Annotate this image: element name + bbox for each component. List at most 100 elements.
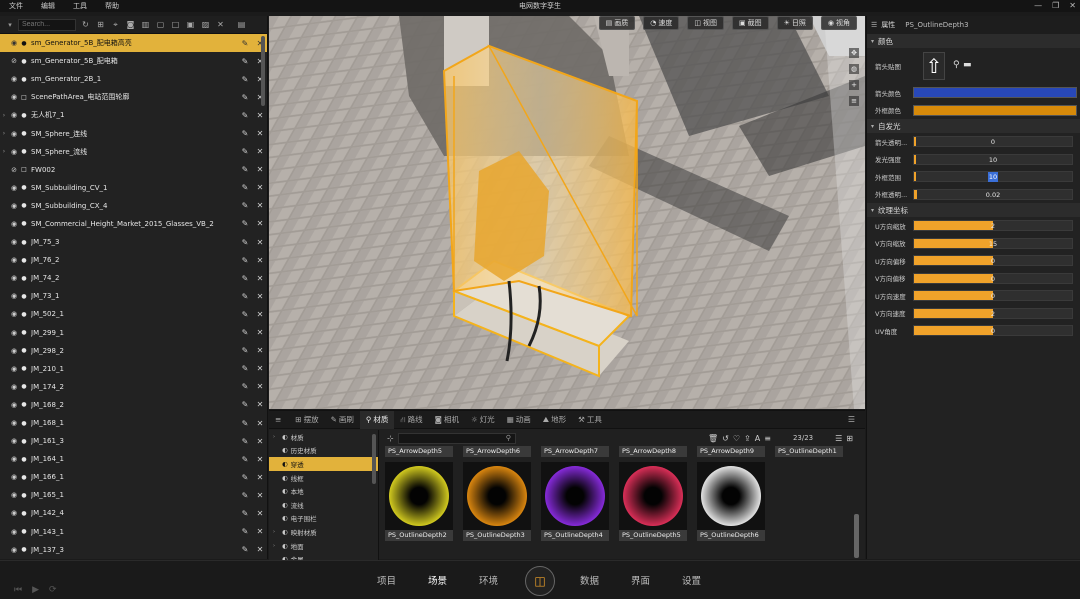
chevron-down-icon[interactable]: ▾	[4, 21, 16, 29]
material-thumbnail[interactable]: PS_ArrowDepth8	[619, 446, 687, 457]
eye-icon[interactable]: ◉	[8, 130, 20, 138]
edit-icon[interactable]: ✎	[237, 382, 253, 391]
slider-input[interactable]: 0	[913, 255, 1073, 267]
section-texture[interactable]: ▾ 纹理坐标	[867, 203, 1080, 217]
image-icon[interactable]: ▨	[200, 19, 211, 30]
refresh-icon[interactable]: ↻	[80, 19, 91, 30]
nav-data[interactable]: 数据	[580, 573, 599, 587]
eye-icon[interactable]: ◉	[8, 111, 20, 119]
slider-value[interactable]: 0.02	[914, 190, 1072, 200]
eye-off-icon[interactable]: ⊘	[8, 166, 20, 174]
edit-icon[interactable]: ✎	[237, 455, 253, 464]
box-icon[interactable]: ▢	[155, 19, 166, 30]
edit-icon[interactable]: ✎	[237, 93, 253, 102]
slider-value[interactable]: 0	[914, 326, 1072, 336]
material-thumbnail[interactable]: PS_ArrowDepth9	[697, 446, 765, 457]
tree-scrollbar[interactable]	[261, 36, 265, 106]
tree-row[interactable]: › ◉ ● SM_Sphere_连线 ✎ ✕	[0, 124, 267, 142]
camera-icon[interactable]: ◙	[125, 19, 136, 30]
slider-value[interactable]: 0	[914, 274, 1072, 284]
delete-icon[interactable]: ✕	[253, 491, 267, 500]
sort-icon[interactable]: ≡	[764, 434, 771, 443]
tree-row[interactable]: ⊘ □ FW002 ✎ ✕	[0, 161, 267, 179]
trash-icon[interactable]: 🗑	[708, 434, 718, 443]
menu-file[interactable]: 文件	[0, 0, 32, 12]
history-icon[interactable]: ↺	[722, 434, 729, 443]
edit-icon[interactable]: ✎	[237, 75, 253, 84]
move-icon[interactable]: ✥	[849, 48, 859, 58]
viewport-button[interactable]: ▣ 截图	[731, 16, 769, 30]
viewport-button[interactable]: ◫ 视图	[687, 16, 724, 30]
tree-row[interactable]: › ◉ ● SM_Sphere_流线 ✎ ✕	[0, 143, 267, 161]
menu-help[interactable]: 帮助	[96, 0, 128, 12]
delete-icon[interactable]: ✕	[253, 165, 267, 174]
grid-icon[interactable]: ⊞	[95, 19, 106, 30]
home-logo-icon[interactable]: ◫	[525, 566, 555, 596]
slider-value[interactable]: 10	[988, 172, 998, 183]
arrow-color-swatch[interactable]	[913, 87, 1077, 99]
tree-row[interactable]: ◉ ● JM_174_2 ✎ ✕	[0, 378, 267, 396]
slider-value[interactable]: 0	[914, 291, 1072, 301]
tree-row[interactable]: ◉ ● JM_168_2 ✎ ✕	[0, 396, 267, 414]
category-item[interactable]: › ◐ 映射材质	[269, 525, 378, 539]
nav-scene[interactable]: 场景	[428, 573, 447, 587]
edit-icon[interactable]: ✎	[237, 165, 253, 174]
export-icon[interactable]: ⇪	[744, 434, 751, 443]
3d-viewport[interactable]: ▤ 画质 ◔ 速度 ◫ 视图 ▣ 截图 ☀ 日照 ◉ 视角 ✥ ◍ + ≡	[269, 16, 865, 409]
delete-icon[interactable]: ✕	[253, 455, 267, 464]
tree-row[interactable]: ◉ ● sm_Generator_5B_配电箱高亮 ✎ ✕	[0, 34, 267, 53]
edit-icon[interactable]: ✎	[237, 491, 253, 500]
asset-tab[interactable]: ✎ 画刷	[325, 411, 360, 429]
eye-icon[interactable]: ◉	[8, 491, 20, 499]
slider-value[interactable]: 2	[914, 309, 1072, 319]
list-view-icon[interactable]: ☰	[848, 415, 855, 424]
eye-icon[interactable]: ◉	[8, 365, 20, 373]
asset-tab[interactable]: ▦ 动画	[501, 411, 537, 429]
tree-row[interactable]: ◉ ● JM_298_2 ✎ ✕	[0, 342, 267, 360]
nav-environment[interactable]: 环境	[479, 573, 498, 587]
category-scrollbar[interactable]	[372, 434, 376, 484]
asset-tab[interactable]: ☼ 灯光	[465, 411, 501, 429]
tree-row[interactable]: ◉ ● JM_142_4 ✎ ✕	[0, 504, 267, 522]
tree-row[interactable]: ◉ □ ScenePathArea_电站范围轮廓 ✎ ✕	[0, 88, 267, 106]
nav-settings[interactable]: 设置	[682, 573, 701, 587]
eye-icon[interactable]: ◉	[8, 473, 20, 481]
category-item[interactable]: ◐ 本地	[269, 484, 378, 498]
slider-value[interactable]: 0	[914, 256, 1072, 266]
film-icon[interactable]: ▥	[140, 19, 151, 30]
edit-icon[interactable]: ✎	[237, 545, 253, 554]
edit-icon[interactable]: ✎	[237, 346, 253, 355]
grid-scrollbar[interactable]	[854, 514, 859, 558]
asset-tab[interactable]: ◙ 相机	[429, 411, 465, 429]
delete-icon[interactable]: ✕	[253, 274, 267, 283]
delete-icon[interactable]: ✕	[253, 400, 267, 409]
material-thumbnail[interactable]: PS_OutlineDepth5	[619, 462, 687, 541]
delete-icon[interactable]: ✕	[253, 292, 267, 301]
eye-icon[interactable]: ◉	[8, 93, 20, 101]
category-item[interactable]: ◐ 穿透	[269, 457, 378, 471]
section-emissive[interactable]: ▾ 自发光	[867, 119, 1080, 133]
nav-project[interactable]: 项目	[377, 573, 396, 587]
tree-icon[interactable]: ⊹	[387, 434, 394, 443]
material-thumbnail[interactable]: PS_ArrowDepth5	[385, 446, 453, 457]
asset-tab[interactable]: ⚲ 材质	[359, 410, 395, 429]
delete-icon[interactable]: ✕	[253, 437, 267, 446]
viewport-button[interactable]: ◉ 视角	[820, 16, 857, 30]
eye-icon[interactable]: ◉	[8, 419, 20, 427]
material-thumbnail[interactable]: PS_OutlineDepth3	[463, 462, 531, 541]
tree-row[interactable]: ◉ ● JM_143_1 ✎ ✕	[0, 523, 267, 541]
delete-icon[interactable]: ✕	[253, 238, 267, 247]
delete-icon[interactable]: ✕	[253, 129, 267, 138]
delete-icon[interactable]: ✕	[215, 19, 226, 30]
edit-icon[interactable]: ✎	[237, 111, 253, 120]
arrow-up-icon[interactable]: ⇧	[923, 52, 945, 80]
tree-row[interactable]: ◉ ● JM_75_3 ✎ ✕	[0, 233, 267, 251]
minimize-icon[interactable]: —	[1034, 0, 1042, 12]
slider-value[interactable]: 10	[914, 155, 1072, 165]
category-item[interactable]: › ◐ 材质	[269, 430, 378, 444]
maximize-icon[interactable]: ❐	[1052, 0, 1059, 12]
layers-icon[interactable]: ≡	[849, 96, 859, 106]
focus-icon[interactable]: ⌖	[110, 19, 121, 30]
eye-icon[interactable]: ◉	[8, 220, 20, 228]
delete-icon[interactable]: ✕	[253, 509, 267, 518]
